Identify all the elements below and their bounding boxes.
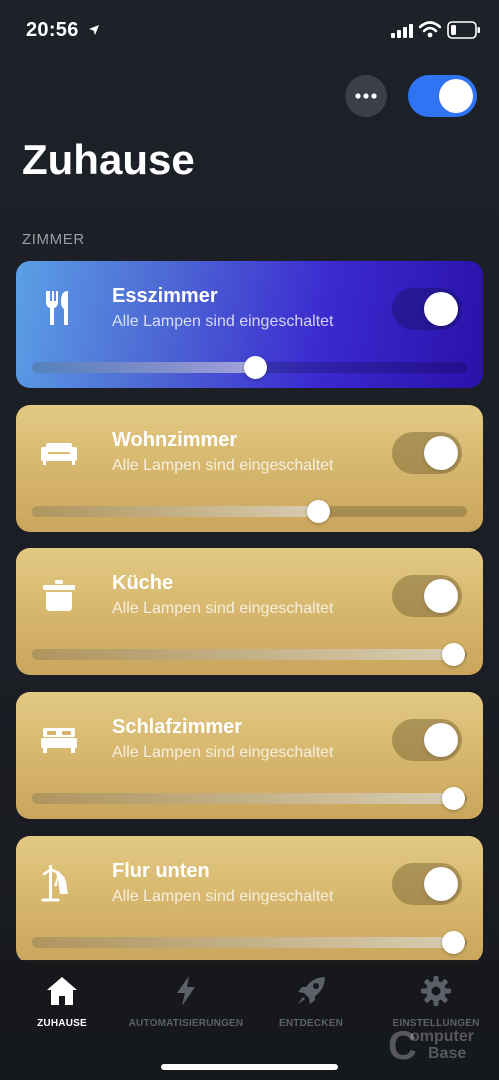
brightness-slider[interactable] (32, 506, 467, 517)
home-indicator[interactable] (161, 1064, 338, 1070)
room-name: Wohnzimmer (112, 429, 238, 451)
sofa-icon (41, 443, 77, 465)
room-status: Alle Lampen sind eingeschaltet (112, 600, 334, 617)
room-toggle[interactable] (392, 432, 462, 474)
bed-icon (41, 728, 77, 753)
slider-fill (32, 649, 454, 660)
tab-entdecken[interactable]: ENTDECKEN (249, 968, 373, 1038)
room-name: Flur unten (112, 860, 210, 882)
tab-label: AUTOMATISIERUNGEN (128, 1018, 244, 1029)
room-toggle[interactable] (392, 288, 462, 330)
room-toggle[interactable] (392, 863, 462, 905)
slider-thumb[interactable] (442, 643, 465, 666)
room-card-kueche[interactable]: Küche Alle Lampen sind eingeschaltet (16, 548, 483, 675)
toggle-knob (424, 867, 458, 901)
cooking-pot-icon (43, 580, 75, 611)
cellular-signal-icon (391, 24, 413, 38)
status-bar: 20:56 (0, 0, 499, 60)
master-light-toggle[interactable] (408, 75, 477, 117)
status-time: 20:56 (26, 19, 79, 41)
gear-icon (421, 976, 451, 1006)
wifi-icon (419, 21, 441, 38)
room-name: Schlafzimmer (112, 716, 243, 738)
slider-fill (32, 793, 454, 804)
battery-icon (447, 21, 480, 39)
home-icon (47, 977, 77, 1005)
slider-fill (32, 937, 454, 948)
watermark-logo: C omputer Base (388, 1025, 492, 1067)
room-toggle[interactable] (392, 575, 462, 617)
room-status: Alle Lampen sind eingeschaltet (112, 744, 334, 761)
rocket-icon (298, 977, 325, 1004)
toggle-knob (424, 579, 458, 613)
room-status: Alle Lampen sind eingeschaltet (112, 457, 334, 474)
slider-fill (32, 362, 256, 373)
room-status: Alle Lampen sind eingeschaltet (112, 888, 334, 905)
watermark-line2: Base (428, 1045, 467, 1062)
toggle-knob (424, 723, 458, 757)
slider-fill (32, 506, 319, 517)
slider-thumb[interactable] (243, 356, 267, 379)
tab-label: ZUHAUSE (37, 1018, 87, 1029)
room-card-wohnzimmer[interactable]: Wohnzimmer Alle Lampen sind eingeschalte… (16, 405, 483, 532)
room-card-schlafzimmer[interactable]: Schlafzimmer Alle Lampen sind eingeschal… (16, 692, 483, 819)
room-name: Esszimmer (112, 285, 218, 307)
tab-automatisierungen[interactable]: AUTOMATISIERUNGEN (124, 968, 248, 1038)
slider-thumb[interactable] (442, 931, 465, 954)
tab-zuhause[interactable]: ZUHAUSE (0, 968, 124, 1038)
fork-knife-icon (46, 291, 68, 325)
toggle-knob (424, 436, 458, 470)
location-arrow-icon (89, 25, 99, 35)
more-options-button[interactable] (345, 75, 387, 117)
slider-thumb[interactable] (307, 500, 331, 523)
lightning-icon (177, 976, 195, 1006)
toggle-knob (424, 292, 458, 326)
tab-label: ENTDECKEN (278, 1018, 344, 1029)
room-card-esszimmer[interactable]: Esszimmer Alle Lampen sind eingeschaltet (16, 261, 483, 388)
section-label-rooms: ZIMMER (22, 231, 85, 248)
brightness-slider[interactable] (32, 937, 467, 948)
coat-rack-icon (41, 865, 68, 902)
brightness-slider[interactable] (32, 793, 467, 804)
brightness-slider[interactable] (32, 649, 467, 660)
watermark-line1: omputer (410, 1028, 474, 1045)
slider-thumb[interactable] (442, 787, 465, 810)
toggle-knob (439, 79, 473, 113)
room-status: Alle Lampen sind eingeschaltet (112, 313, 334, 330)
page-title: Zuhause (22, 136, 195, 183)
room-name: Küche (112, 572, 174, 594)
room-toggle[interactable] (392, 719, 462, 761)
ellipsis-icon (355, 93, 377, 99)
room-card-flur-unten[interactable]: Flur unten Alle Lampen sind eingeschalte… (16, 836, 483, 963)
